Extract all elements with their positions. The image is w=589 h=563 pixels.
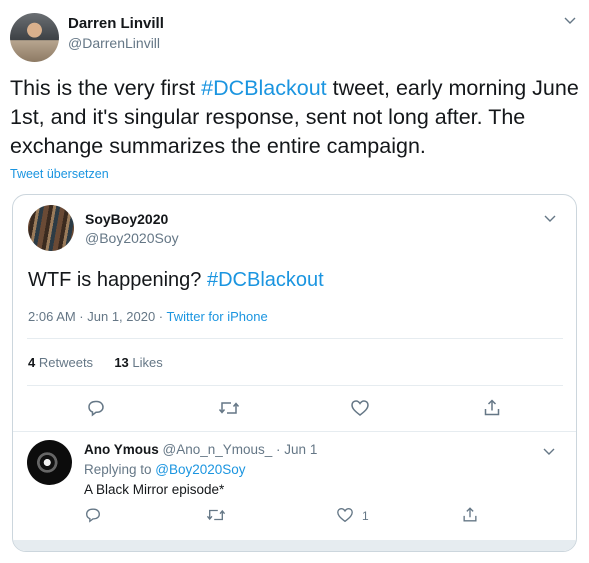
quoted-author-name[interactable]: SoyBoy2020: [85, 211, 168, 227]
hashtag-link[interactable]: #DCBlackout: [207, 269, 324, 291]
translate-link[interactable]: Tweet übersetzen: [10, 167, 109, 181]
author-avatar[interactable]: [10, 13, 59, 62]
timestamp-text[interactable]: 2:06 AM · Jun 1, 2020 ·: [28, 309, 167, 324]
retweet-icon[interactable]: [218, 398, 240, 418]
retweet-label[interactable]: Retweets: [39, 355, 93, 370]
divider: [13, 431, 576, 432]
divider: [27, 385, 563, 386]
quoted-text-part: WTF is happening?: [28, 269, 207, 291]
tweet-timestamp: 2:06 AM · Jun 1, 2020 · Twitter for iPho…: [28, 309, 268, 324]
tweet-text-part: This is the very first: [10, 76, 202, 100]
heart-icon[interactable]: [350, 398, 370, 418]
quoted-author-avatar[interactable]: [28, 205, 74, 251]
reply-author-name[interactable]: Ano Ymous: [84, 442, 159, 457]
heart-icon[interactable]: [336, 506, 354, 524]
retweet-icon[interactable]: [206, 506, 226, 524]
author-handle[interactable]: @DarrenLinvill: [68, 35, 160, 51]
hashtag-link[interactable]: #DCBlackout: [201, 76, 326, 100]
retweet-count[interactable]: 4: [28, 355, 35, 370]
thread-footer: [13, 540, 576, 551]
reply-icon[interactable]: [84, 506, 102, 524]
reply-author-handle[interactable]: @Ano_n_Ymous_ · Jun 1: [163, 442, 318, 457]
reply-header: Ano Ymous @Ano_n_Ymous_ · Jun 1: [84, 442, 317, 457]
reply-text: A Black Mirror episode*: [84, 482, 225, 497]
share-icon[interactable]: [461, 506, 479, 524]
like-count[interactable]: 13: [114, 355, 128, 370]
like-label[interactable]: Likes: [132, 355, 162, 370]
replying-prefix: Replying to: [84, 462, 156, 477]
tweet-stats: 4 Retweets 13 Likes: [28, 355, 163, 370]
replying-handle-link[interactable]: @Boy2020Soy: [155, 462, 245, 477]
share-icon[interactable]: [482, 398, 502, 418]
author-name[interactable]: Darren Linvill: [68, 15, 164, 32]
conversation-card: [12, 194, 577, 552]
chevron-down-icon[interactable]: [563, 13, 577, 27]
quoted-tweet-text: WTF is happening? #DCBlackout: [28, 266, 324, 294]
source-link[interactable]: Twitter for iPhone: [167, 309, 268, 324]
reply-like-count[interactable]: 1: [362, 509, 369, 523]
replying-to: Replying to @Boy2020Soy: [84, 462, 246, 477]
quoted-author-handle[interactable]: @Boy2020Soy: [85, 230, 179, 246]
chevron-down-icon[interactable]: [542, 444, 556, 458]
reply-author-avatar[interactable]: [27, 440, 72, 485]
divider: [27, 338, 563, 339]
chevron-down-icon[interactable]: [543, 211, 557, 225]
reply-icon[interactable]: [86, 398, 106, 418]
tweet-text: This is the very first #DCBlackout tweet…: [10, 74, 580, 161]
